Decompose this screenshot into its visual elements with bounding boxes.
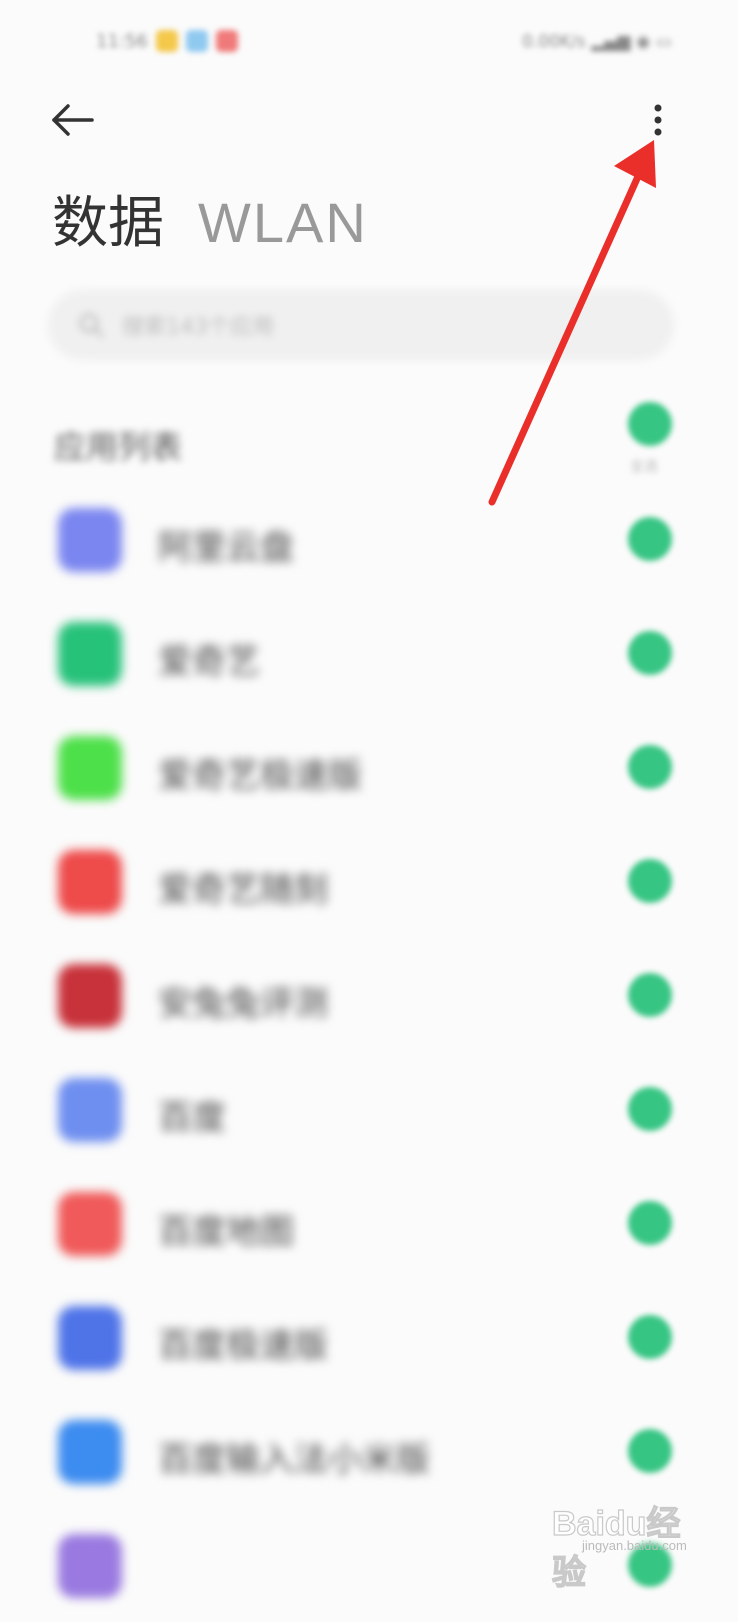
status-bar-right: 0.00K/s ▂▄▆ ◉ ▭ xyxy=(522,32,672,52)
app-name: 爱奇艺 xyxy=(158,642,260,682)
app-name: 百度输入法小米版 xyxy=(158,1440,430,1480)
app-row: 百度极速版 xyxy=(0,1280,738,1394)
app-row: 安兔兔评测 xyxy=(0,938,738,1052)
app-data-toggle[interactable] xyxy=(628,1429,672,1473)
select-all-toggle[interactable] xyxy=(628,402,672,446)
more-options-button[interactable] xyxy=(638,98,678,146)
app-icon xyxy=(58,964,122,1028)
app-icon xyxy=(58,622,122,686)
signal-icon: ▂▄▆ ◉ ▭ xyxy=(591,32,672,52)
app-name: 爱奇艺随刻 xyxy=(158,870,328,910)
app-icon xyxy=(58,850,122,914)
tab-wlan[interactable]: WLAN xyxy=(198,190,368,255)
section-title: 应用列表 xyxy=(54,428,183,466)
app-icon xyxy=(58,508,122,572)
search-icon xyxy=(79,313,104,338)
app-name: 阿里云盘 xyxy=(158,528,294,568)
app-row: 百度地图 xyxy=(0,1166,738,1280)
status-time: 11:56 xyxy=(96,30,148,52)
app-name: 爱奇艺极速版 xyxy=(158,756,362,796)
app-row: 百度 xyxy=(0,1052,738,1166)
app-data-toggle[interactable] xyxy=(628,859,672,903)
network-speed: 0.00K/s xyxy=(522,32,586,52)
app-data-toggle[interactable] xyxy=(628,1201,672,1245)
app-list: 阿里云盘爱奇艺爱奇艺极速版 爱奇艺随刻安兔兔评测百度百度地图百度极速版百度输入法小… xyxy=(0,482,738,1622)
app-row: 阿里云盘 xyxy=(0,482,738,596)
notification-icon xyxy=(185,30,208,52)
watermark-sub: jingyan.baidu.com xyxy=(582,1538,687,1553)
app-name: 百度 xyxy=(158,1098,226,1138)
app-icon xyxy=(58,1534,122,1598)
select-all-label: 全选 xyxy=(630,459,658,475)
app-data-toggle[interactable] xyxy=(628,631,672,675)
app-row: 爱奇艺 xyxy=(0,596,738,710)
tab-data[interactable]: 数据 xyxy=(52,178,164,259)
app-data-toggle[interactable] xyxy=(628,517,672,561)
notification-icon xyxy=(215,30,238,52)
app-row: 爱奇艺极速版 xyxy=(0,710,738,824)
app-data-toggle[interactable] xyxy=(628,1087,672,1131)
baidu-watermark: Baidu经验 jingyan.baidu.com xyxy=(551,1490,702,1592)
app-data-toggle[interactable] xyxy=(628,973,672,1017)
app-icon xyxy=(58,1306,122,1370)
tab-bar: 数据 WLAN xyxy=(52,178,368,259)
app-data-toggle[interactable] xyxy=(628,1315,672,1359)
back-button[interactable] xyxy=(48,96,100,148)
more-vertical-icon xyxy=(654,104,662,136)
search-bar[interactable]: 搜索143个应用 xyxy=(48,290,674,360)
app-icon xyxy=(58,736,122,800)
app-icon xyxy=(58,1078,122,1142)
status-bar-left: 11:56 xyxy=(96,30,238,52)
app-name: 安兔兔评测 xyxy=(158,984,328,1024)
notification-icon xyxy=(155,30,178,52)
app-name: 百度地图 xyxy=(158,1212,294,1252)
app-data-toggle[interactable] xyxy=(628,745,672,789)
app-name: 百度极速版 xyxy=(158,1326,328,1366)
app-icon xyxy=(58,1420,122,1484)
status-bar: 11:56 0.00K/s ▂▄▆ ◉ ▭ xyxy=(0,0,738,90)
app-row: 爱奇艺随刻 xyxy=(0,824,738,938)
search-placeholder: 搜索143个应用 xyxy=(122,315,274,340)
back-arrow-icon xyxy=(52,104,94,136)
app-icon xyxy=(58,1192,122,1256)
